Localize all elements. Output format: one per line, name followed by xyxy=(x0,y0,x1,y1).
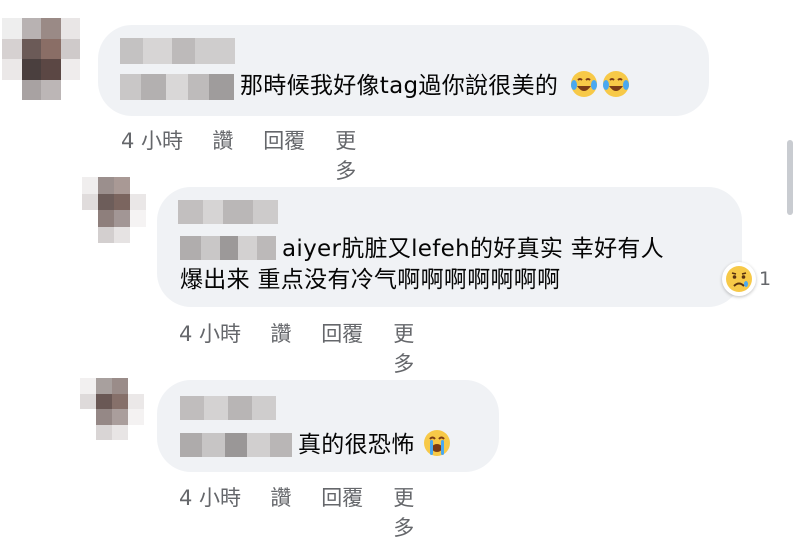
tagged-user-name[interactable] xyxy=(180,236,276,260)
more-button[interactable]: 更多 xyxy=(335,125,374,185)
like-button[interactable]: 讚 xyxy=(270,318,321,378)
scrollbar[interactable] xyxy=(787,140,793,215)
like-button[interactable]: 讚 xyxy=(270,482,321,542)
timestamp[interactable]: 4 小時 xyxy=(179,318,270,378)
more-button[interactable]: 更多 xyxy=(393,318,432,378)
reply-button[interactable]: 回覆 xyxy=(321,482,393,542)
reaction-count: 1 xyxy=(759,268,772,290)
tagged-user-name[interactable] xyxy=(120,74,234,100)
comment-text: 真的很恐怖 xyxy=(298,429,451,461)
tears-of-joy-icon xyxy=(603,71,630,97)
avatar[interactable] xyxy=(2,18,80,100)
comment-text: 那時候我好像tag過你說很美的 xyxy=(240,70,630,102)
comment-actions: 4 小時 讚 回覆 更多 xyxy=(121,125,374,185)
loudly-crying-icon xyxy=(423,430,450,456)
timestamp[interactable]: 4 小時 xyxy=(121,125,212,185)
tears-of-joy-icon xyxy=(571,71,598,97)
like-button[interactable]: 讚 xyxy=(212,125,263,185)
commenter-name[interactable] xyxy=(120,38,235,64)
timestamp[interactable]: 4 小時 xyxy=(179,482,270,542)
avatar[interactable] xyxy=(80,378,144,440)
comment-actions: 4 小時 讚 回覆 更多 xyxy=(179,318,432,378)
commenter-name[interactable] xyxy=(178,200,278,224)
comment-text-line-2: 爆出来 重点没有冷气啊啊啊啊啊啊啊 xyxy=(180,267,561,293)
reaction-summary[interactable]: 1 xyxy=(722,262,771,296)
comment-text-line-1: aiyer肮脏又lefeh的好真实 幸好有人 xyxy=(282,236,664,262)
avatar[interactable] xyxy=(82,177,146,243)
reply-button[interactable]: 回覆 xyxy=(321,318,393,378)
sad-face-icon xyxy=(722,262,756,296)
commenter-name[interactable] xyxy=(180,396,276,420)
more-button[interactable]: 更多 xyxy=(393,482,432,542)
comment-actions: 4 小時 讚 回覆 更多 xyxy=(179,482,432,542)
tagged-user-name[interactable] xyxy=(180,433,292,457)
reply-button[interactable]: 回覆 xyxy=(263,125,335,185)
